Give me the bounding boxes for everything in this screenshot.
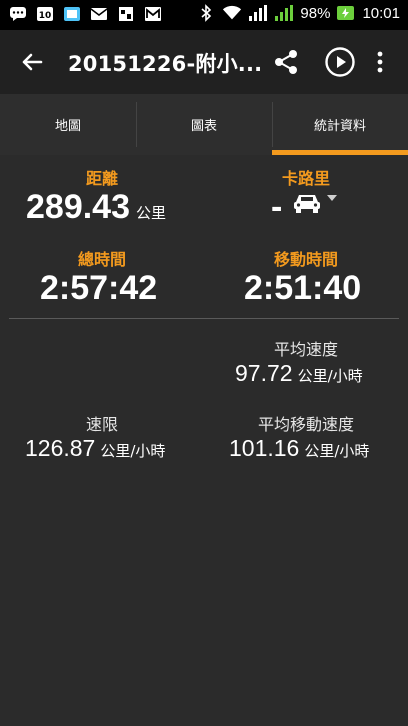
calories-value: - bbox=[271, 188, 282, 227]
notification-icons: 10 bbox=[8, 5, 163, 23]
calories-label: 卡路里 bbox=[281, 169, 330, 188]
speed-limit-value: 126.87 公里/小時 bbox=[25, 435, 165, 462]
avg-moving-speed-value: 101.16 公里/小時 bbox=[229, 435, 369, 462]
calories-number: - bbox=[271, 188, 283, 226]
chat-icon bbox=[8, 5, 28, 23]
mail-m-icon bbox=[143, 5, 163, 23]
play-icon bbox=[325, 47, 355, 77]
avg-speed-unit: 公里/小時 bbox=[297, 367, 363, 385]
moving-time-value: 2:51:40 bbox=[244, 269, 362, 307]
chevron-down-icon bbox=[327, 195, 337, 201]
svg-text:10: 10 bbox=[39, 11, 52, 21]
statistics-panel: 距離 289.43 公里 卡路里 - 總時間 2:57:42 移動時間 2:51:… bbox=[0, 155, 408, 726]
notification-icon: 10 bbox=[35, 5, 55, 23]
tab-statistics[interactable]: 統計資料 bbox=[272, 94, 408, 155]
more-options-button[interactable] bbox=[366, 44, 394, 80]
more-vert-icon bbox=[377, 51, 383, 73]
avg-speed-value: 97.72 公里/小時 bbox=[235, 360, 363, 387]
avg-moving-speed-unit: 公里/小時 bbox=[304, 442, 370, 460]
battery-percent: 98% bbox=[300, 4, 331, 22]
speed-limit-unit: 公里/小時 bbox=[100, 442, 166, 460]
bluetooth-icon bbox=[196, 4, 216, 22]
page-title: 20151226-附小... bbox=[68, 52, 263, 76]
moving-time-label: 移動時間 bbox=[273, 250, 338, 269]
play-button[interactable] bbox=[322, 44, 358, 80]
tab-chart[interactable]: 圖表 bbox=[136, 94, 272, 155]
divider bbox=[9, 318, 399, 319]
speed-limit-label: 速限 bbox=[85, 415, 118, 434]
signal-1-icon bbox=[248, 4, 268, 22]
wifi-icon bbox=[222, 4, 242, 22]
app-toolbar: 20151226-附小... bbox=[0, 30, 408, 94]
car-icon bbox=[294, 195, 320, 213]
back-arrow-icon bbox=[22, 53, 43, 71]
total-time-value: 2:57:42 bbox=[40, 269, 158, 307]
distance-label: 距離 bbox=[85, 169, 118, 188]
speed-limit-number: 126.87 bbox=[25, 435, 96, 461]
mail-icon bbox=[89, 5, 109, 23]
share-icon bbox=[275, 50, 297, 74]
tab-bar: 地圖 圖表 統計資料 bbox=[0, 94, 408, 155]
avg-speed-number: 97.72 bbox=[235, 360, 293, 386]
battery-charging-icon bbox=[336, 4, 356, 22]
status-bar: 10 98% 10:01 bbox=[0, 0, 408, 30]
distance-number: 289.43 bbox=[26, 188, 130, 226]
tab-map[interactable]: 地圖 bbox=[0, 94, 136, 155]
share-button[interactable] bbox=[268, 44, 304, 80]
clock: 10:01 bbox=[362, 4, 400, 22]
gallery-icon bbox=[116, 5, 136, 23]
total-time-label: 總時間 bbox=[77, 250, 126, 269]
distance-value: 289.43 公里 bbox=[26, 188, 166, 227]
distance-unit: 公里 bbox=[136, 204, 167, 222]
back-button[interactable] bbox=[14, 44, 50, 80]
avg-moving-speed-number: 101.16 bbox=[229, 435, 300, 461]
image-icon bbox=[62, 5, 82, 23]
avg-speed-label: 平均速度 bbox=[273, 340, 338, 359]
avg-moving-speed-label: 平均移動速度 bbox=[257, 415, 354, 434]
activity-type-selector[interactable] bbox=[292, 192, 340, 216]
signal-2-icon bbox=[274, 4, 294, 22]
status-right: 98% 10:01 bbox=[196, 4, 400, 22]
